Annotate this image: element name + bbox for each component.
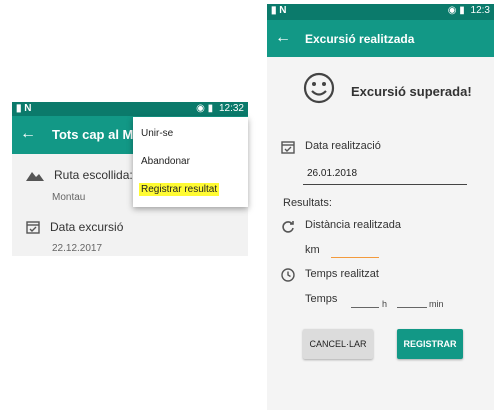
status-bar: ▮ N ◉ ▮ 12:3 bbox=[267, 4, 494, 20]
overflow-menu: Unir-se Abandonar Registrar resultat bbox=[133, 117, 248, 207]
menu-item-join[interactable]: Unir-se bbox=[141, 128, 173, 139]
refresh-icon bbox=[282, 221, 294, 233]
status-time: 12:32 bbox=[218, 103, 244, 114]
status-time: 12:3 bbox=[470, 5, 490, 16]
excursion-date-row: Data excursió bbox=[26, 220, 123, 234]
status-left-icons: ▮ N bbox=[271, 5, 287, 16]
completion-date-field[interactable]: 26.01.2018 bbox=[307, 168, 357, 179]
calendar-check-icon bbox=[26, 221, 40, 234]
distance-label: Distància realitzada bbox=[305, 219, 401, 231]
distance-unit: km bbox=[305, 244, 320, 256]
status-right: ◉ ▮ 12:32 bbox=[196, 103, 244, 115]
distance-input[interactable] bbox=[333, 242, 379, 256]
status-right-icons: ◉ ▮ bbox=[447, 5, 465, 16]
route-label: Ruta escollida: bbox=[54, 168, 133, 182]
time-label: Temps realitzat bbox=[305, 268, 379, 280]
page-title: Excursió realitzada bbox=[305, 32, 415, 46]
cancel-button[interactable]: CANCEL·LAR bbox=[303, 329, 373, 359]
back-arrow-icon[interactable]: ← bbox=[275, 29, 291, 47]
excursion-date-label: Data excursió bbox=[50, 220, 124, 234]
clock-icon bbox=[281, 268, 295, 282]
back-arrow-icon[interactable]: ← bbox=[20, 125, 36, 143]
mountain-icon bbox=[26, 172, 44, 181]
screenshot-canvas: ▮ N ◉ ▮ 12:32 ← Tots cap al Mon Ruta esc… bbox=[0, 0, 494, 410]
hours-input[interactable] bbox=[351, 307, 379, 308]
success-headline: Excursió superada! bbox=[351, 84, 472, 99]
status-bar: ▮ N ◉ ▮ 12:32 bbox=[12, 102, 248, 116]
results-label: Resultats: bbox=[283, 197, 332, 209]
minutes-input[interactable] bbox=[397, 307, 427, 308]
status-left-icons: ▮ N bbox=[16, 103, 32, 114]
date-underline bbox=[303, 184, 467, 185]
excursion-date-value: 22.12.2017 bbox=[52, 243, 103, 254]
smiley-icon bbox=[303, 72, 335, 104]
status-right-icons: ◉ ▮ bbox=[196, 103, 214, 114]
calendar-check-icon bbox=[281, 141, 295, 154]
status-right: ◉ ▮ 12:3 bbox=[448, 5, 490, 17]
route-value: Montau bbox=[52, 192, 86, 203]
time-prefix: Temps bbox=[305, 293, 338, 305]
menu-item-register-result[interactable]: Registrar resultat bbox=[139, 183, 220, 196]
minutes-unit: min bbox=[429, 299, 444, 309]
menu-item-leave[interactable]: Abandonar bbox=[141, 156, 190, 167]
hours-unit: h bbox=[382, 299, 388, 309]
completion-date-label: Data realització bbox=[305, 140, 381, 152]
distance-input-underline bbox=[331, 257, 379, 258]
register-button[interactable]: REGISTRAR bbox=[397, 329, 463, 359]
route-row: Ruta escollida: bbox=[26, 168, 133, 182]
right-screen: ▮ N ◉ ▮ 12:3 ← Excursió realitzada Excur… bbox=[267, 4, 494, 410]
app-bar: ← Excursió realitzada bbox=[267, 20, 494, 57]
